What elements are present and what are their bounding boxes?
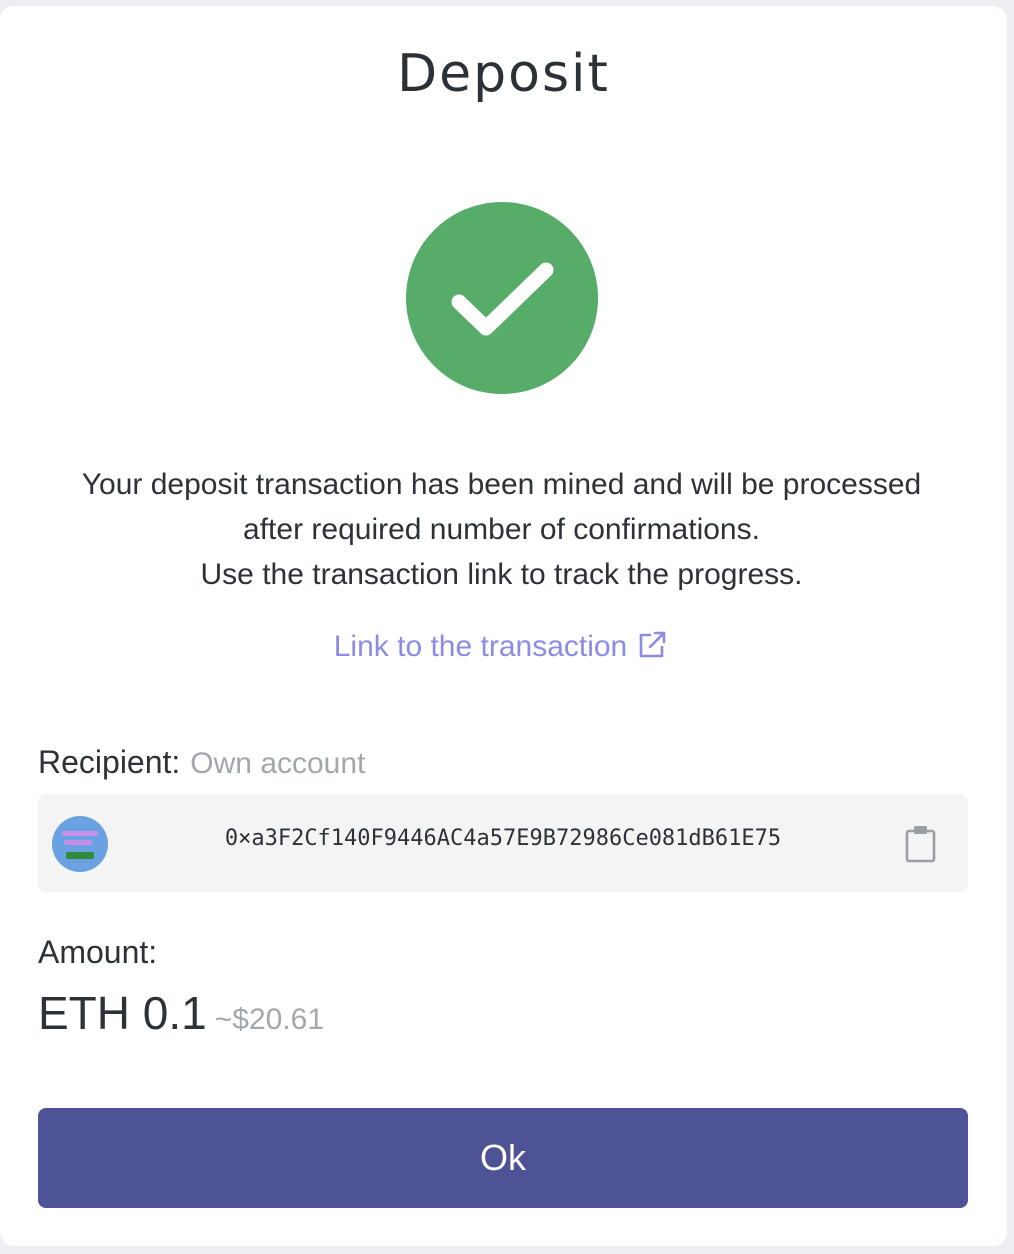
modal-title: Deposit [397, 44, 610, 104]
amount-label: Amount: [38, 934, 158, 970]
check-circle-icon [406, 202, 598, 394]
message-line: after required number of confirmations. [243, 513, 760, 546]
recipient-row: Recipient: Own account [38, 744, 365, 781]
deposit-modal: Deposit Your deposit transaction has bee… [0, 6, 1007, 1246]
recipient-address: 0×a3F2Cf140F9446AC4a57E9B72986Ce081dB61E… [224, 826, 782, 851]
message-line: Use the transaction link to track the pr… [200, 558, 803, 591]
recipient-address-box: 0×a3F2Cf140F9446AC4a57E9B72986Ce081dB61E… [38, 794, 968, 892]
transaction-link[interactable]: Link to the transaction [0, 630, 1001, 667]
recipient-note: Own account [190, 747, 366, 780]
ok-button[interactable]: Ok [38, 1108, 968, 1208]
amount-value: ETH 0.1 [38, 987, 207, 1039]
amount-row: ETH 0.1 ~$20.61 [38, 986, 324, 1040]
amount-fiat-value: ~$20.61 [214, 1003, 325, 1036]
transaction-link-label: Link to the transaction [333, 630, 628, 663]
external-link-icon [637, 631, 667, 667]
recipient-label: Recipient: [38, 744, 181, 780]
avatar [52, 816, 108, 872]
message-line: Your deposit transaction has been mined … [81, 468, 922, 501]
clipboard-icon[interactable] [904, 824, 938, 864]
status-message: Your deposit transaction has been mined … [0, 462, 1003, 597]
